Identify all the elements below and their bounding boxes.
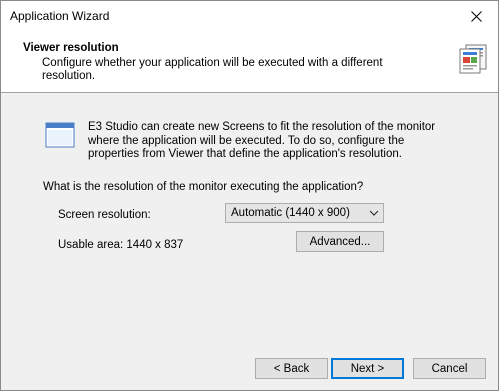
wizard-header: Viewer resolution Configure whether your… [1, 32, 498, 93]
resolution-question: What is the resolution of the monitor ex… [43, 181, 364, 193]
wizard-window: Application Wizard Viewer resolution Con… [0, 0, 499, 391]
screen-resolution-value: Automatic (1440 x 900) [231, 207, 350, 219]
back-button[interactable]: < Back [255, 358, 328, 379]
page-title: Viewer resolution [23, 42, 119, 54]
cancel-button[interactable]: Cancel [413, 358, 486, 379]
title-bar: Application Wizard [1, 1, 498, 32]
window-title: Application Wizard [10, 9, 110, 23]
close-button[interactable] [454, 1, 498, 32]
screen-resolution-select[interactable]: Automatic (1440 x 900) [225, 203, 384, 223]
info-description: E3 Studio can create new Screens to fit … [88, 121, 436, 160]
wizard-pages-icon [459, 44, 487, 74]
window-icon [45, 122, 75, 148]
usable-area-text: Usable area: 1440 x 837 [58, 239, 184, 251]
advanced-button[interactable]: Advanced... [296, 231, 384, 252]
chevron-down-icon [369, 210, 379, 216]
page-subtitle: Configure whether your application will … [42, 57, 383, 82]
screen-resolution-label: Screen resolution: [58, 209, 151, 221]
close-icon [470, 11, 482, 22]
next-button[interactable]: Next > [331, 358, 404, 379]
